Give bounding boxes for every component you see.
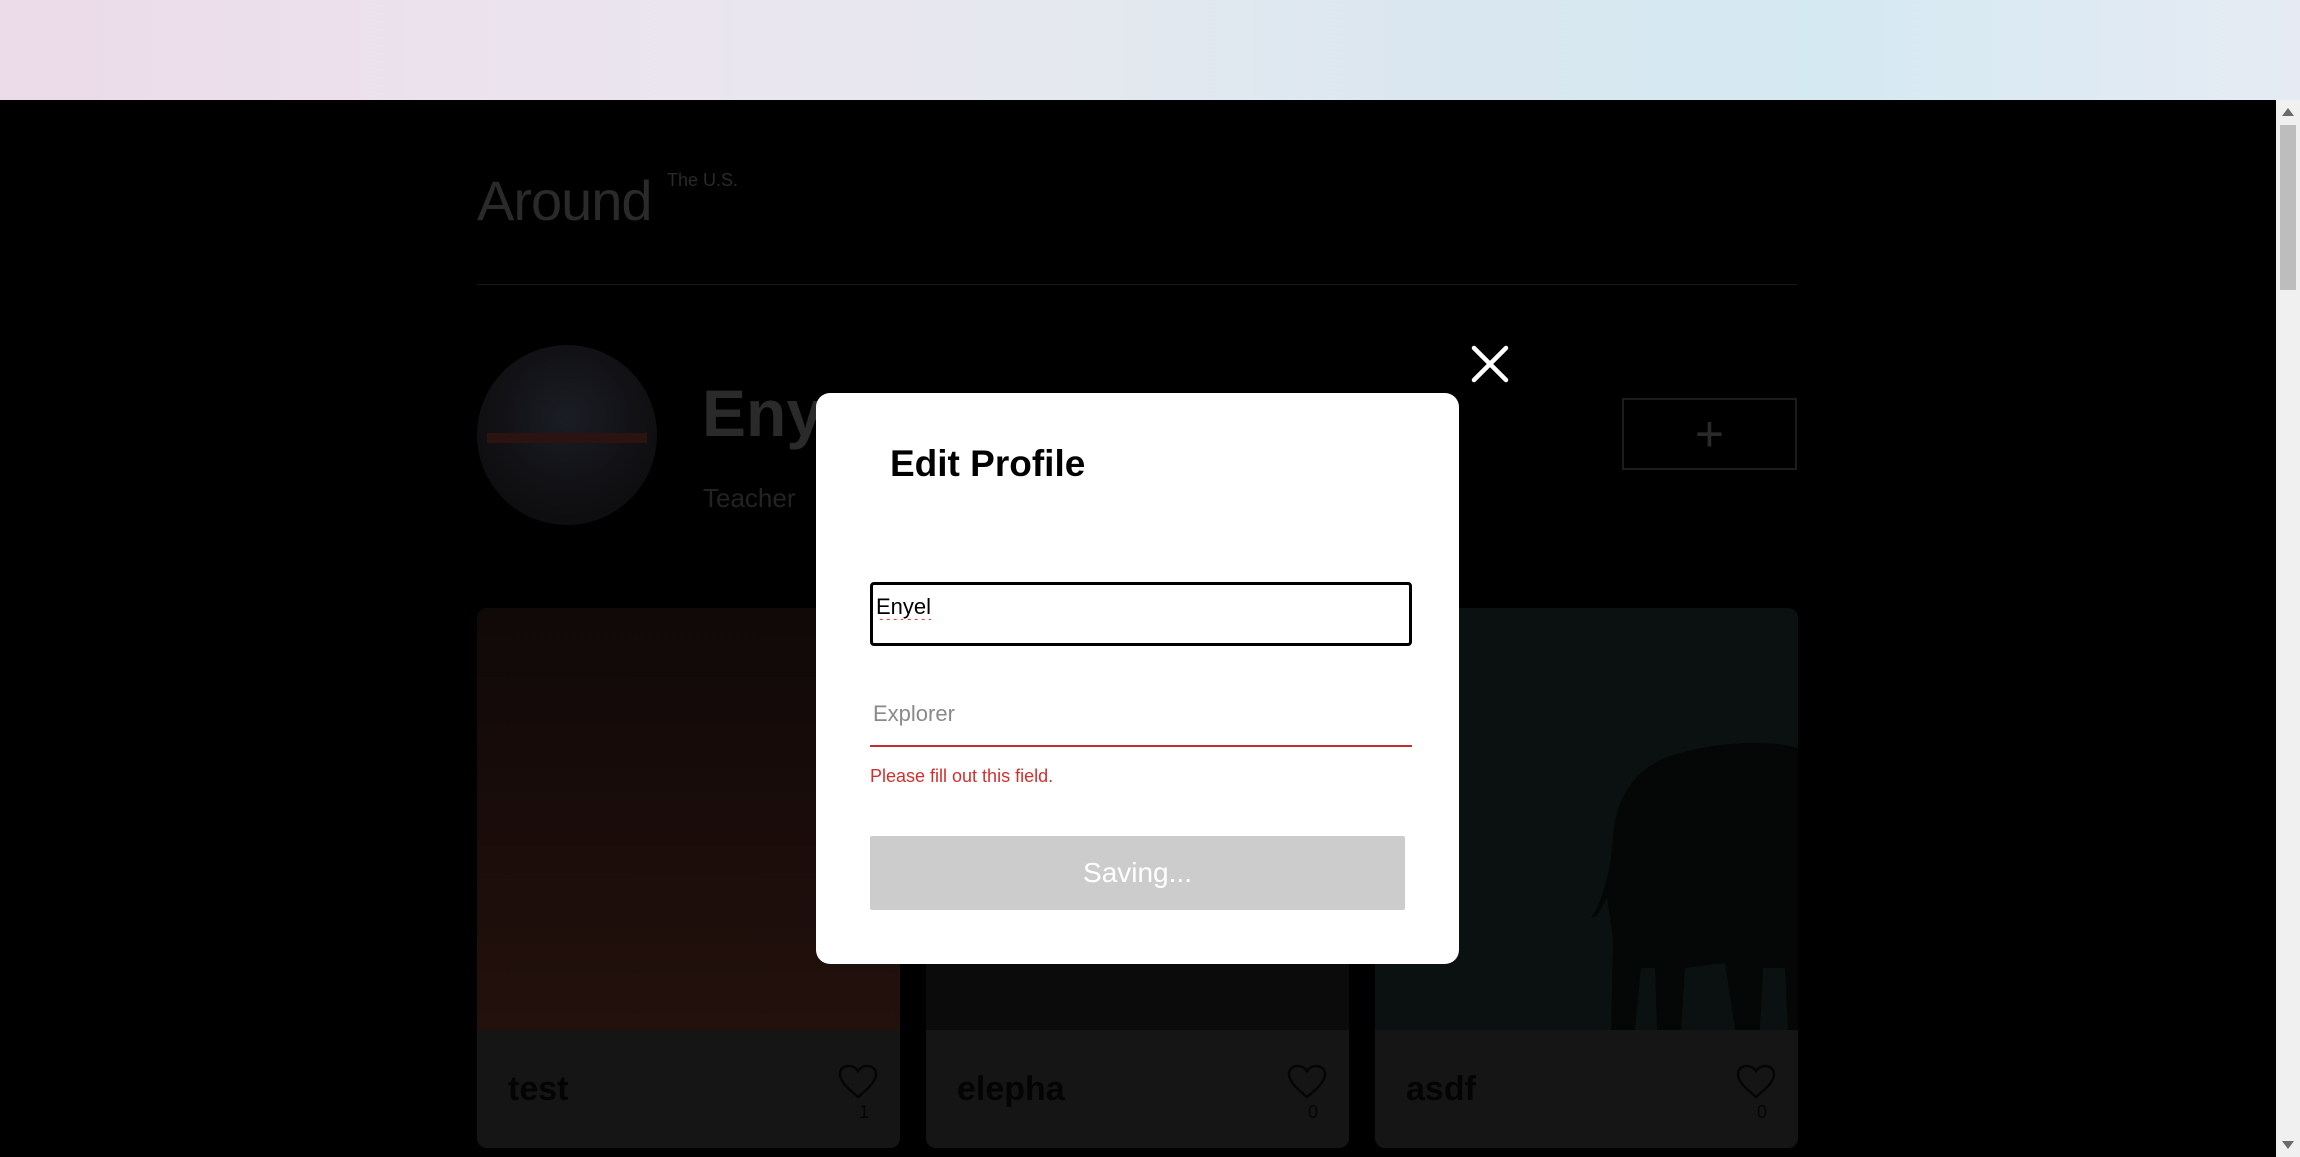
profile-about: Teacher: [703, 483, 796, 513]
site-logo: Around The U.S.: [477, 168, 738, 233]
save-button[interactable]: Saving...: [870, 836, 1405, 910]
card-footer: elepha 0: [926, 1030, 1349, 1148]
edit-profile-modal: Edit Profile Please fill out this field.…: [816, 393, 1459, 964]
elephant-silhouette: [1591, 742, 1798, 1030]
header-divider: [477, 284, 1797, 285]
card-title: test: [508, 1070, 569, 1108]
scroll-down-icon[interactable]: [2282, 1141, 2294, 1149]
heart-icon[interactable]: [1287, 1064, 1327, 1100]
avatar[interactable]: [477, 345, 657, 525]
modal-title: Edit Profile: [890, 443, 1086, 484]
scroll-up-icon[interactable]: [2282, 108, 2294, 116]
card-title: elepha: [957, 1070, 1065, 1108]
name-input[interactable]: [870, 582, 1412, 646]
heart-icon[interactable]: [838, 1064, 878, 1100]
plus-icon: +: [1694, 406, 1725, 462]
about-input[interactable]: [870, 683, 1412, 747]
logo-main-text: Around: [477, 169, 653, 232]
scroll-thumb[interactable]: [2280, 125, 2296, 290]
like-count: 1: [858, 1102, 869, 1122]
like-count: 0: [1756, 1102, 1767, 1122]
logo-superscript: The U.S.: [667, 170, 739, 190]
like-count: 0: [1307, 1102, 1318, 1122]
add-card-button[interactable]: +: [1622, 398, 1797, 470]
scrollbar[interactable]: [2276, 100, 2300, 1157]
card-footer: asdf 0: [1375, 1030, 1798, 1148]
about-error-message: Please fill out this field.: [870, 766, 1054, 786]
desktop-wallpaper: [0, 0, 2300, 100]
card-footer: test 1: [477, 1030, 900, 1148]
profile-name: Eny: [702, 376, 824, 450]
close-icon[interactable]: [1466, 340, 1514, 388]
heart-icon[interactable]: [1736, 1064, 1776, 1100]
card-title: asdf: [1406, 1070, 1476, 1108]
